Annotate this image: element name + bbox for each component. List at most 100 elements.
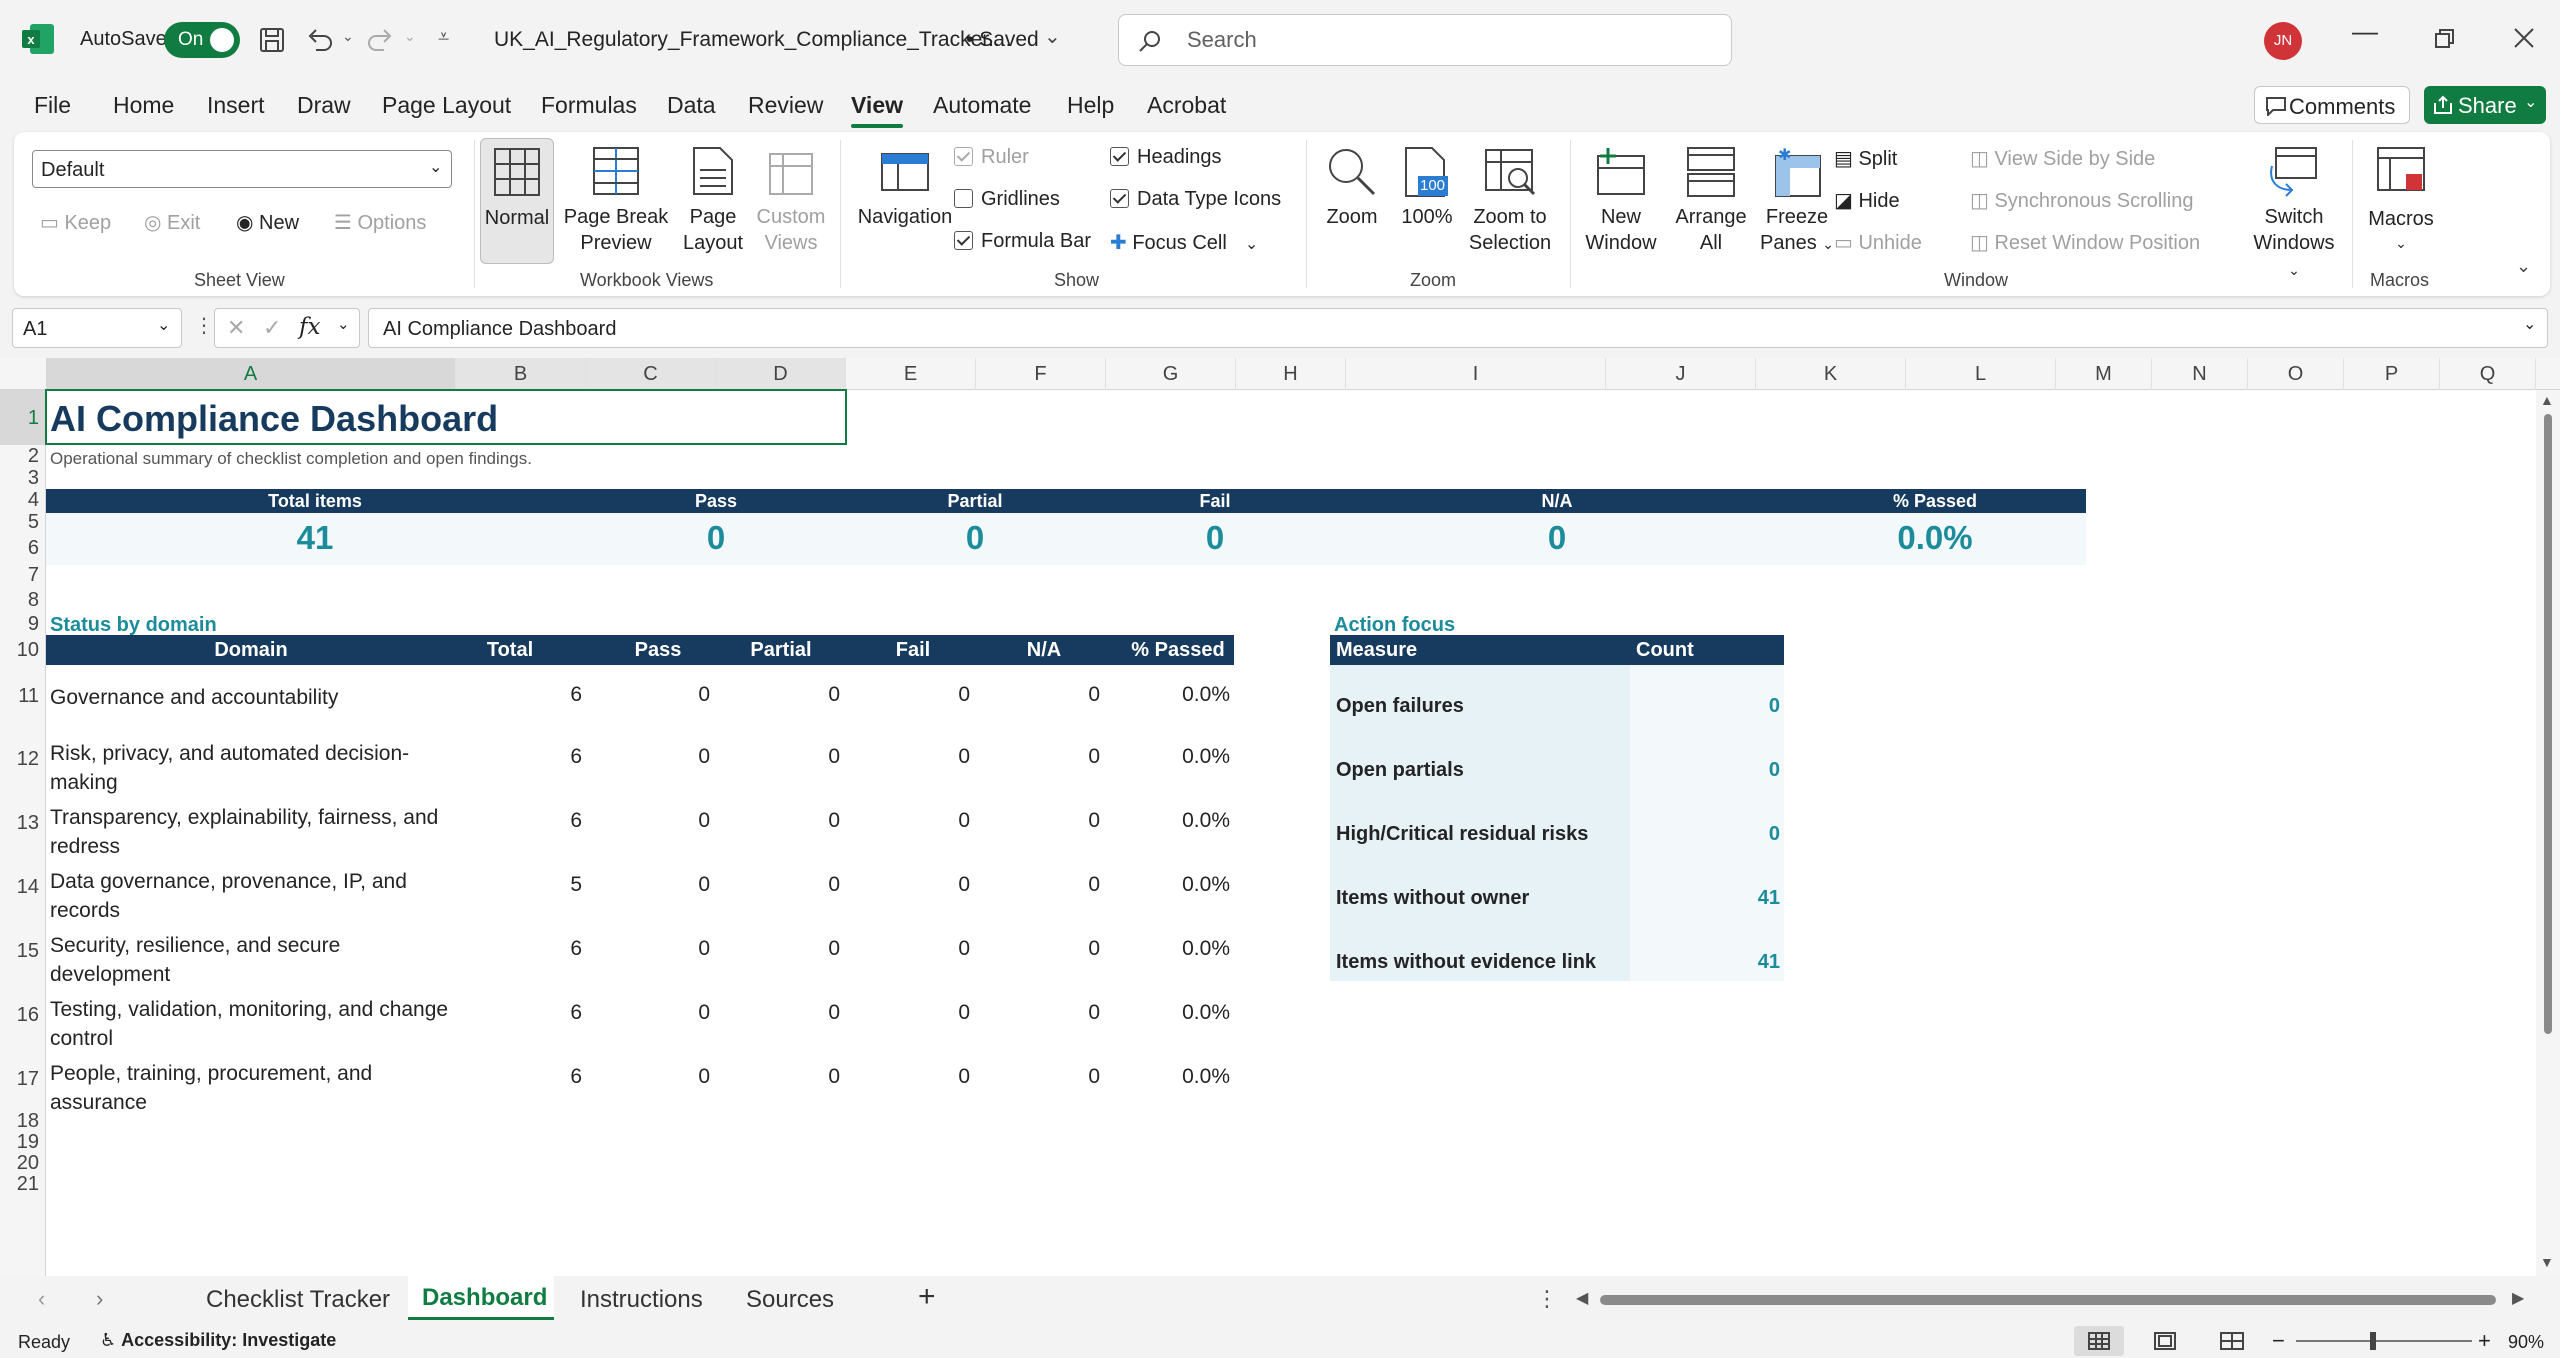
normal-view-status-button[interactable] bbox=[2074, 1326, 2124, 1356]
page-break-preview-button[interactable]: Page Break Preview bbox=[560, 138, 672, 264]
tab-draw[interactable]: Draw bbox=[297, 92, 351, 119]
zoom-level[interactable]: 90% bbox=[2508, 1332, 2544, 1353]
horizontal-scrollbar[interactable]: ◀ ▶ bbox=[1572, 1288, 2538, 1312]
active-cell-selection[interactable] bbox=[45, 389, 847, 445]
reset-window-position-button[interactable]: ◫ Reset Window Position bbox=[1970, 230, 2200, 255]
autosave-toggle[interactable]: On bbox=[164, 22, 240, 58]
new-window-button[interactable]: New Window bbox=[1576, 138, 1666, 264]
chevron-down-icon: ⌄ bbox=[429, 159, 443, 176]
switch-windows-button[interactable]: Switch Windows ⌄ bbox=[2246, 138, 2342, 278]
keep-button[interactable]: ▭ Keep bbox=[40, 210, 111, 235]
split-button[interactable]: ▤ Split bbox=[1834, 146, 1897, 171]
page-break-view-icon[interactable] bbox=[2220, 1332, 2244, 1350]
add-sheet-icon[interactable]: + bbox=[918, 1280, 936, 1314]
scroll-up-icon[interactable]: ▲ bbox=[2540, 392, 2554, 408]
zoom-out-icon[interactable]: − bbox=[2272, 1328, 2285, 1354]
view-side-by-side-button[interactable]: ◫ View Side by Side bbox=[1970, 146, 2155, 171]
tab-page-layout[interactable]: Page Layout bbox=[382, 92, 511, 119]
scroll-right-icon[interactable]: ▶ bbox=[2512, 1288, 2524, 1308]
zoom-to-selection-button[interactable]: Zoom to Selection bbox=[1460, 138, 1560, 264]
redo-dropdown-icon[interactable]: ⌄ bbox=[404, 28, 416, 45]
worksheet: ABCDEFGHIJKLMNOPQ 1 2 3 4 5 6 7 8 9 10 11 12 13 14 15 1… bbox=[0, 358, 2560, 1276]
domain-cell: 0.0% bbox=[1182, 745, 1230, 768]
formula-bar-checkbox[interactable]: Formula Bar bbox=[954, 230, 1091, 253]
next-sheet-icon[interactable]: › bbox=[96, 1286, 103, 1312]
sheet-tab-sources[interactable]: Sources bbox=[746, 1286, 834, 1314]
sheet-tab-checklist-tracker[interactable]: Checklist Tracker bbox=[206, 1286, 390, 1314]
minimize-icon[interactable]: — bbox=[2352, 16, 2378, 47]
custom-views-button[interactable]: Custom Views bbox=[748, 138, 834, 264]
chevron-down-icon: ⌄ bbox=[157, 317, 171, 334]
vertical-scrollbar[interactable]: ▲ ▼ bbox=[2536, 390, 2560, 1276]
tab-acrobat[interactable]: Acrobat bbox=[1147, 92, 1226, 119]
headings-checkbox[interactable]: Headings bbox=[1110, 146, 1222, 169]
tab-automate[interactable]: Automate bbox=[933, 92, 1031, 119]
redo-icon[interactable] bbox=[366, 24, 396, 54]
restore-icon[interactable] bbox=[2434, 28, 2456, 50]
page-layout-view-icon[interactable] bbox=[2154, 1332, 2176, 1350]
tab-data[interactable]: Data bbox=[667, 92, 716, 119]
title-chevron-icon[interactable]: ⌄ bbox=[1044, 24, 1061, 49]
cancel-icon[interactable]: ✕ bbox=[227, 315, 245, 341]
expand-formula-icon[interactable]: ⌄ bbox=[2523, 314, 2536, 334]
horizontal-scroll-thumb[interactable] bbox=[1600, 1295, 2496, 1305]
search-box[interactable]: Search bbox=[1118, 14, 1732, 66]
name-box[interactable]: A1 ⌄ bbox=[12, 308, 182, 348]
synchronous-scrolling-button[interactable]: ◫ Synchronous Scrolling bbox=[1970, 188, 2193, 213]
hide-button[interactable]: ◪ Hide bbox=[1834, 188, 1900, 213]
tab-insert[interactable]: Insert bbox=[207, 92, 265, 119]
sheet-view-select[interactable]: Default ⌄ bbox=[32, 150, 452, 188]
scroll-down-icon[interactable]: ▼ bbox=[2540, 1254, 2554, 1270]
tab-formulas[interactable]: Formulas bbox=[541, 92, 637, 119]
share-button[interactable]: Share ⌄ bbox=[2424, 86, 2546, 124]
formula-input[interactable]: AI Compliance Dashboard ⌄ bbox=[368, 308, 2548, 348]
user-avatar[interactable]: JN bbox=[2264, 22, 2302, 60]
zoom-button[interactable]: Zoom bbox=[1314, 138, 1390, 264]
focus-cell-button[interactable]: ✚ Focus Cell ⌄ bbox=[1110, 230, 1258, 255]
options-button[interactable]: ☰ Options bbox=[334, 210, 426, 235]
vertical-scroll-thumb[interactable] bbox=[2544, 414, 2552, 1034]
arrange-all-button[interactable]: Arrange All bbox=[1668, 138, 1754, 264]
gridlines-checkbox[interactable]: Gridlines bbox=[954, 188, 1060, 211]
saved-status[interactable]: • Saved bbox=[966, 28, 1039, 52]
customize-toolbar-icon[interactable]: ⩡ bbox=[438, 26, 449, 49]
zoom-100-button[interactable]: 100 100% bbox=[1394, 138, 1460, 264]
tab-help[interactable]: Help bbox=[1067, 92, 1114, 119]
sheet-tab-dashboard[interactable]: Dashboard bbox=[408, 1276, 554, 1320]
zoom-slider-thumb[interactable] bbox=[2370, 1332, 2376, 1350]
page-layout-button[interactable]: Page Layout bbox=[674, 138, 752, 264]
tab-file[interactable]: File bbox=[34, 92, 71, 119]
close-icon[interactable] bbox=[2512, 26, 2536, 50]
more-options-icon[interactable]: ⋮ bbox=[194, 313, 214, 338]
normal-view-button[interactable]: Normal bbox=[480, 138, 554, 264]
macros-button[interactable]: Macros ⌄ bbox=[2360, 138, 2442, 264]
prev-sheet-icon[interactable]: ‹ bbox=[38, 1286, 45, 1312]
group-label-macros: Macros bbox=[2370, 270, 2430, 290]
zoom-slider[interactable] bbox=[2296, 1332, 2472, 1350]
tab-options-icon[interactable]: ⋮ bbox=[1536, 1286, 1558, 1312]
enter-check-icon[interactable]: ✓ bbox=[263, 315, 281, 341]
exit-button[interactable]: ◎ Exit bbox=[144, 210, 200, 235]
undo-icon[interactable] bbox=[304, 24, 334, 54]
ribbon-tabs: File Home Insert Draw Page Layout Formul… bbox=[0, 80, 2560, 132]
tab-review[interactable]: Review bbox=[748, 92, 823, 119]
navigation-button[interactable]: Navigation bbox=[842, 138, 968, 264]
unhide-button[interactable]: ▭ Unhide bbox=[1834, 230, 1922, 255]
tab-view[interactable]: View bbox=[851, 92, 903, 119]
tab-home[interactable]: Home bbox=[113, 92, 174, 119]
undo-dropdown-icon[interactable]: ⌄ bbox=[342, 28, 354, 45]
ruler-checkbox[interactable]: Ruler bbox=[954, 146, 1029, 169]
collapse-ribbon-icon[interactable]: ⌄ bbox=[2516, 256, 2531, 277]
sheet-tab-instructions[interactable]: Instructions bbox=[580, 1286, 703, 1314]
save-icon[interactable] bbox=[258, 26, 286, 54]
excel-logo-icon: x bbox=[22, 24, 54, 54]
data-type-icons-checkbox[interactable]: Data Type Icons bbox=[1110, 188, 1281, 211]
freeze-panes-button[interactable]: ✱ Freeze Panes ⌄ bbox=[1754, 138, 1840, 264]
accessibility-button[interactable]: ♿ Accessibility: Investigate bbox=[100, 1330, 336, 1351]
comments-button[interactable]: Comments bbox=[2254, 86, 2410, 124]
insert-function-button[interactable]: fx bbox=[299, 314, 320, 340]
document-title[interactable]: UK_AI_Regulatory_Framework_Compliance_Tr… bbox=[494, 28, 1011, 52]
new-sheet-view-button[interactable]: ◉ New bbox=[236, 210, 299, 235]
zoom-in-icon[interactable]: + bbox=[2478, 1328, 2491, 1354]
scroll-left-icon[interactable]: ◀ bbox=[1576, 1288, 1588, 1308]
